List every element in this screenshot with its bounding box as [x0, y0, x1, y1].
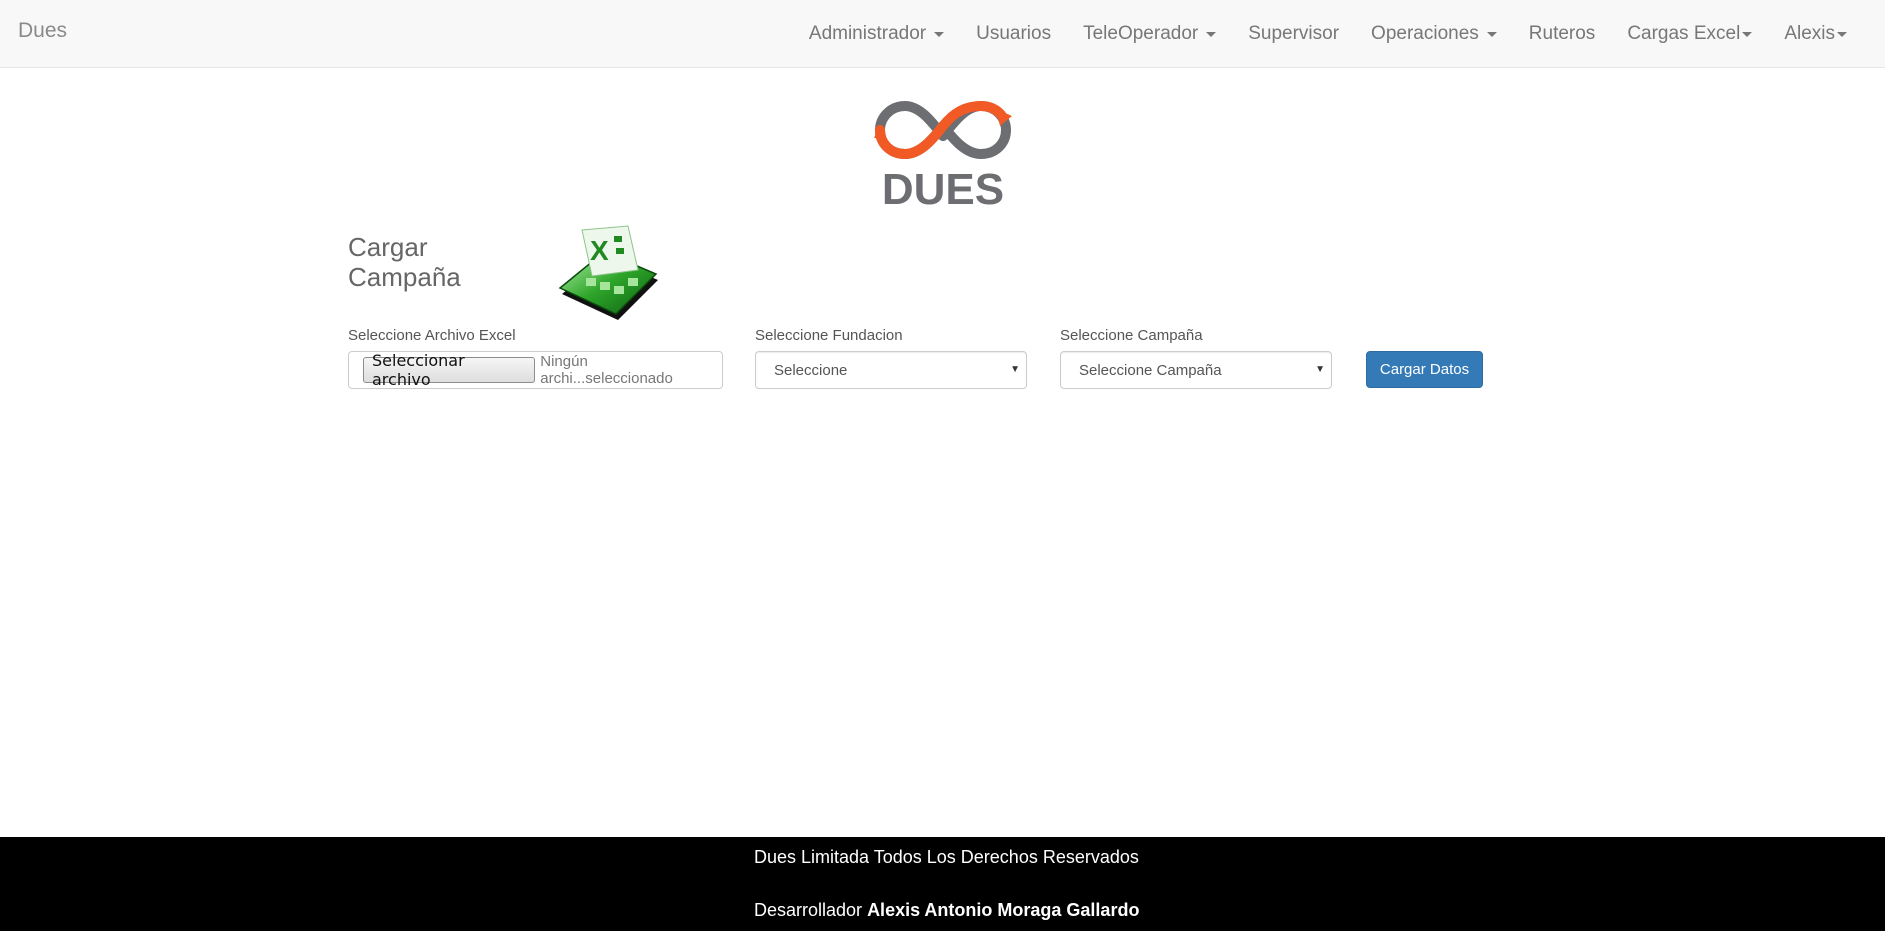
choose-file-button[interactable]: Seleccionar archivo — [363, 351, 536, 389]
nav-item-label: Administrador — [808, 23, 927, 44]
logo-text: DUES — [882, 165, 1004, 210]
nav-item-supervisor[interactable]: Supervisor — [1232, 0, 1355, 68]
dropdown-arrow-icon: ▼ — [1010, 364, 1020, 375]
fundacion-select-value: Seleccione — [774, 361, 848, 379]
nav-item-label: Usuarios — [976, 23, 1052, 44]
dropdown-arrow-icon: ▼ — [1315, 364, 1325, 375]
nav-item-teleoperador[interactable]: TeleOperador — [1067, 0, 1232, 68]
page-title-line1: Cargar — [348, 232, 428, 262]
fundacion-label: Seleccione Fundacion — [755, 327, 903, 344]
caret-down-icon — [1486, 31, 1497, 37]
navbar: Dues Administrador Usuarios TeleOperador… — [0, 0, 1885, 68]
nav-menu: Administrador Usuarios TeleOperador Supe… — [793, 0, 1863, 68]
footer: Dues Limitada Todos Los Derechos Reserva… — [0, 837, 1885, 931]
nav-item-usuarios[interactable]: Usuarios — [960, 0, 1067, 68]
excel-icon: X — [558, 225, 658, 320]
page-title-line2: Campaña — [348, 262, 461, 292]
page-title: Cargar Campaña — [348, 232, 488, 292]
nav-item-label: Supervisor — [1248, 23, 1340, 44]
nav-item-ruteros[interactable]: Ruteros — [1513, 0, 1612, 68]
nav-item-label: Cargas Excel — [1627, 23, 1741, 44]
caret-down-icon — [1742, 31, 1753, 37]
campana-select-value: Seleccione Campaña — [1079, 361, 1222, 379]
footer-copyright: Dues Limitada Todos Los Derechos Reserva… — [754, 847, 1139, 867]
caret-down-icon — [1206, 31, 1217, 37]
fundacion-select[interactable]: Seleccione ▼ — [755, 351, 1027, 389]
nav-item-label: TeleOperador — [1083, 23, 1199, 44]
campana-select[interactable]: Seleccione Campaña ▼ — [1060, 351, 1332, 389]
file-label: Seleccione Archivo Excel — [348, 327, 516, 344]
campana-label: Seleccione Campaña — [1060, 327, 1203, 344]
caret-down-icon — [934, 31, 945, 37]
nav-item-administrador[interactable]: Administrador — [793, 0, 960, 68]
footer-developer-prefix: Desarrollador — [754, 900, 863, 920]
footer-developer-name: Alexis Antonio Moraga Gallardo — [867, 900, 1140, 920]
brand-link[interactable]: Dues — [18, 19, 67, 43]
cargar-datos-button[interactable]: Cargar Datos — [1366, 351, 1483, 388]
nav-item-cargas-excel[interactable]: Cargas Excel — [1611, 0, 1768, 68]
nav-item-label: Ruteros — [1528, 23, 1596, 44]
nav-item-operaciones[interactable]: Operaciones — [1355, 0, 1513, 68]
svg-text:X: X — [590, 235, 609, 266]
dues-logo: DUES — [874, 100, 1012, 210]
file-status: Ningún archi...seleccionado — [540, 353, 673, 387]
nav-item-user-alexis[interactable]: Alexis — [1768, 0, 1863, 68]
file-input[interactable]: Seleccionar archivo Ningún archi...selec… — [348, 351, 723, 389]
nav-item-label: Alexis — [1784, 23, 1835, 44]
footer-developer: Desarrollador Alexis Antonio Moraga Gall… — [754, 900, 1139, 921]
nav-item-label: Operaciones — [1371, 23, 1479, 44]
caret-down-icon — [1837, 31, 1847, 37]
